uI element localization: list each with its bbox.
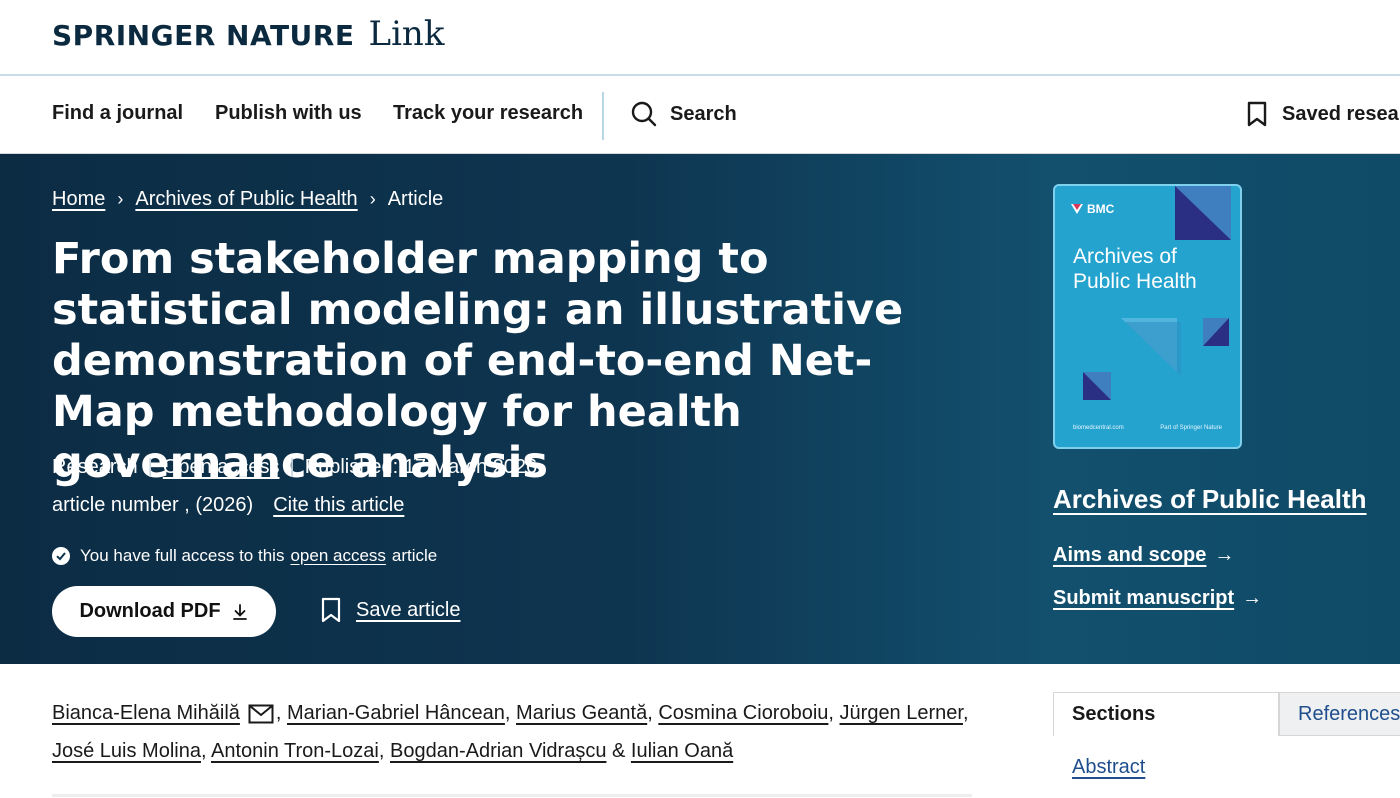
- author-link[interactable]: Jürgen Lerner: [840, 702, 963, 724]
- site-header: SPRINGER NATURE Link: [0, 0, 1400, 76]
- tab-references[interactable]: References: [1279, 692, 1400, 736]
- logo-product: Link: [368, 14, 445, 54]
- access-notice: You have full access to this open access…: [52, 546, 437, 566]
- download-pdf-label: Download PDF: [79, 600, 221, 622]
- download-icon: [232, 603, 247, 620]
- author-link[interactable]: Marius Geantă: [516, 702, 647, 724]
- breadcrumb-journal[interactable]: Archives of Public Health: [135, 188, 357, 211]
- nav-search-button[interactable]: Search: [630, 100, 737, 128]
- article-title: From stakeholder mapping to statistical …: [52, 234, 904, 488]
- main-navigation: Find a journal Publish with us Track you…: [0, 78, 1400, 154]
- author-link[interactable]: Cosmina Cioroboiu: [658, 702, 828, 724]
- author-link[interactable]: Bogdan-Adrian Vidrașcu: [390, 740, 606, 762]
- logo-brand: SPRINGER NATURE: [52, 19, 355, 52]
- chevron-right-icon: ›: [369, 189, 376, 209]
- author-list: Bianca-Elena Mihăilă, Marian-Gabriel Hân…: [52, 702, 969, 762]
- content-divider: [52, 794, 972, 797]
- arrow-right-icon: →: [1214, 544, 1235, 566]
- cover-decoration: [1083, 186, 1231, 400]
- cite-article-link[interactable]: Cite this article: [273, 494, 404, 517]
- tab-sections[interactable]: Sections: [1053, 692, 1279, 736]
- save-article-button[interactable]: Save article: [320, 596, 461, 624]
- arrow-right-icon: →: [1242, 587, 1263, 609]
- nav-publish-with-us[interactable]: Publish with us: [215, 102, 362, 125]
- access-notice-link[interactable]: open access: [290, 546, 385, 566]
- nav-find-journal[interactable]: Find a journal: [52, 102, 183, 125]
- bookmark-icon: [1247, 101, 1267, 127]
- nav-divider: [602, 92, 604, 140]
- bookmark-icon: [321, 597, 341, 623]
- meta-separator: |: [147, 456, 153, 478]
- author-link[interactable]: Antonin Tron-Lozai: [211, 740, 379, 762]
- cover-footer-left: biomedcentral.com: [1073, 425, 1124, 431]
- saved-research-label: Saved research: [1282, 102, 1400, 125]
- nav-saved-research[interactable]: Saved research: [1246, 100, 1400, 128]
- author-link[interactable]: Marian-Gabriel Hâncean: [287, 702, 505, 724]
- nav-track-research[interactable]: Track your research: [393, 102, 583, 125]
- author-link[interactable]: José Luis Molina: [52, 740, 201, 762]
- breadcrumb-home[interactable]: Home: [52, 188, 105, 211]
- access-notice-suffix: article: [391, 546, 438, 565]
- mail-icon[interactable]: [248, 704, 274, 724]
- article-citation-row: article number , (2026) Cite this articl…: [52, 494, 404, 517]
- published-date: Published: 17 March 2026: [304, 456, 538, 478]
- breadcrumb: Home › Archives of Public Health › Artic…: [52, 188, 443, 211]
- save-article-label: Save article: [356, 598, 461, 621]
- journal-name-link[interactable]: Archives of Public Health: [1053, 484, 1367, 515]
- cover-footer-right: Part of Springer Nature: [1160, 425, 1222, 431]
- author-link[interactable]: Bianca-Elena Mihăilă: [52, 702, 240, 724]
- sidebar-tabs: Sections References: [1053, 692, 1400, 736]
- download-pdf-button[interactable]: Download PDF: [52, 586, 276, 637]
- journal-cover[interactable]: BMC Archives of Public Health biomedcent…: [1053, 184, 1242, 449]
- submit-manuscript-link[interactable]: Submit manuscript →: [1053, 587, 1262, 610]
- access-notice-prefix: You have full access to this: [80, 546, 285, 565]
- section-link-abstract[interactable]: Abstract: [1072, 756, 1145, 779]
- springer-nature-link-logo[interactable]: SPRINGER NATURE Link: [52, 14, 444, 54]
- search-label: Search: [670, 102, 737, 125]
- article-meta: Research | Open access | Published: 17 M…: [52, 456, 537, 479]
- check-circle-icon: [52, 547, 70, 565]
- breadcrumb-current: Article: [387, 188, 444, 210]
- aims-and-scope-label: Aims and scope: [1053, 544, 1207, 566]
- open-access-link[interactable]: Open access: [163, 456, 280, 479]
- chevron-right-icon: ›: [117, 189, 124, 209]
- submit-manuscript-label: Submit manuscript: [1053, 587, 1235, 609]
- article-type: Research: [52, 456, 138, 478]
- author-link[interactable]: Iulian Oană: [631, 740, 733, 762]
- meta-separator: |: [289, 456, 295, 478]
- article-number: article number , (2026): [52, 494, 254, 516]
- authors-joiner: &: [612, 740, 626, 762]
- aims-and-scope-link[interactable]: Aims and scope →: [1053, 544, 1234, 567]
- article-hero: Home › Archives of Public Health › Artic…: [0, 154, 1400, 664]
- search-icon: [631, 101, 657, 127]
